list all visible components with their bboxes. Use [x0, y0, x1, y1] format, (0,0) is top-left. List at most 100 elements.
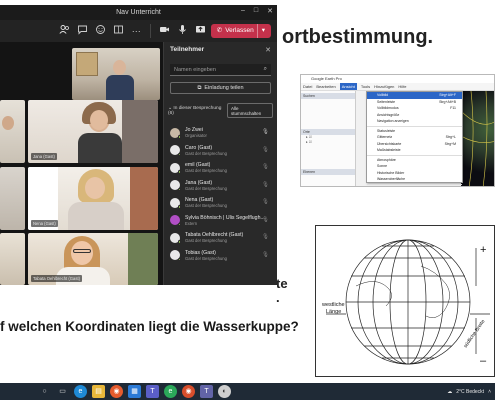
participant-item[interactable]: Caro (Gast) Gast der Besprechung 🎙	[164, 142, 277, 160]
firefox-2-icon[interactable]: ◉	[182, 385, 195, 398]
avatar	[170, 127, 181, 139]
firefox-icon[interactable]: ◉	[110, 385, 123, 398]
system-tray: ☁ 2°C Bedeckt ˄	[447, 383, 491, 400]
rooms-icon[interactable]	[111, 24, 126, 39]
participant-role: Gast der Besprechung	[185, 238, 227, 244]
participants-icon[interactable]	[57, 24, 72, 39]
google-earth-title: Google Earth Pro	[301, 75, 494, 83]
presence-dot	[177, 135, 181, 139]
microphone-muted-icon[interactable]: 🎙	[262, 217, 269, 223]
microphone-muted-icon[interactable]: 🎙	[262, 234, 269, 240]
close-panel-icon[interactable]: ✕	[265, 46, 271, 54]
leave-button[interactable]: ✆ Verlassen ▾	[210, 24, 271, 38]
chevron-down-icon[interactable]: ▾	[256, 24, 265, 38]
mute-all-button[interactable]: Alle stummschalten	[227, 103, 273, 118]
teams-icon[interactable]: T	[146, 385, 159, 398]
app-icon[interactable]: ◐	[218, 385, 231, 398]
view-menu-item[interactable]: Navigation anzeigen	[367, 118, 462, 125]
tile-name-jana: Jana (Gast)	[31, 153, 57, 160]
teams-meeting-window: Nav Unterricht – □ ✕ ··· ✆ Verlassen ▾ J…	[0, 5, 277, 285]
view-menu-item-label: Navigation anzeigen	[377, 119, 409, 123]
share-icon: ⧉	[197, 84, 202, 91]
avatar	[170, 215, 181, 227]
video-tile-jana[interactable]: Jana (Gast)	[28, 100, 158, 163]
participant-role: Gast der Besprechung	[185, 255, 227, 261]
store-icon[interactable]: ▦	[128, 385, 141, 398]
ge-menu-3[interactable]: Tools	[361, 83, 370, 90]
camera-icon[interactable]	[157, 24, 172, 39]
presence-dot	[177, 257, 181, 262]
in-meeting-section[interactable]: ⌄ In dieser Besprechung (6) Alle stummsc…	[168, 103, 273, 118]
view-menu-item[interactable]: Wasseroberfläche	[367, 176, 462, 183]
minimize-icon[interactable]: –	[241, 7, 245, 15]
participant-item[interactable]: Tobias (Gast) Gast der Besprechung 🎙	[164, 247, 277, 265]
presence-dot	[177, 152, 181, 157]
maximize-icon[interactable]: □	[254, 7, 258, 15]
view-menu-dropdown[interactable]: Vollbild Strg+Alt+F Seitenleiste Strg+Alt+B…	[366, 91, 463, 185]
ge-menu-1[interactable]: Bearbeiten	[316, 83, 335, 90]
more-options-icon[interactable]: ···	[129, 24, 144, 39]
participant-item[interactable]: Sylvia Böhnisch | Ulis Segelflugh... Exte…	[164, 212, 277, 230]
reactions-icon[interactable]	[93, 24, 108, 39]
participant-item[interactable]: emil (Gast) Gast der Besprechung 🎙	[164, 159, 277, 177]
share-screen-icon[interactable]	[193, 24, 208, 39]
microphone-icon[interactable]	[175, 24, 190, 39]
file-explorer-icon[interactable]: ▤	[92, 385, 105, 398]
teams-2-icon[interactable]: T	[200, 385, 213, 398]
task-view-icon[interactable]: ▭	[56, 385, 69, 398]
view-menu-item[interactable]: Erkunden	[367, 186, 462, 187]
microphone-muted-icon[interactable]: 🎙	[262, 164, 269, 170]
video-gallery: Jana (Gast) Nena (Gast) Tabata Oehlbrech…	[0, 42, 163, 285]
participant-item[interactable]: Jana (Gast) Gast der Besprechung 🎙	[164, 177, 277, 195]
cloud-icon: ☁	[447, 388, 453, 395]
tile-name-nena: Nena (Gast)	[31, 220, 58, 227]
avatar	[170, 162, 181, 174]
participant-role: Gast der Besprechung	[185, 185, 227, 191]
share-invite-button[interactable]: ⧉ Einladung teilen	[170, 82, 271, 94]
participant-search-input[interactable]: Namen eingeben ⌕	[170, 64, 271, 76]
participant-item[interactable]: Jo Zwei Organisator 🎙	[164, 124, 277, 142]
ge-menu-2[interactable]: Ansicht	[339, 83, 357, 90]
video-tile-tabata[interactable]: Tabata Oehlbrecht (Gast)	[28, 233, 158, 285]
avatar	[170, 180, 181, 192]
microphone-icon[interactable]: 🎙	[262, 129, 269, 135]
panel-title: Teilnehmer	[170, 46, 205, 53]
video-tile-left-partial-2[interactable]	[0, 167, 25, 230]
tile-name-tabata: Tabata Oehlbrecht (Gast)	[31, 275, 83, 282]
video-tile-nena[interactable]: Nena (Gast)	[28, 167, 158, 230]
ge-menu-4[interactable]: Hinzufügen	[374, 83, 394, 90]
microphone-muted-icon[interactable]: 🎙	[262, 199, 269, 205]
search-icon[interactable]: ○	[38, 385, 51, 398]
slide-question: f welchen Koordinaten liegt die Wasserku…	[0, 319, 299, 334]
chat-icon[interactable]	[75, 24, 90, 39]
participant-role: Gast der Besprechung	[185, 168, 227, 174]
video-tile-jo[interactable]	[72, 48, 160, 100]
participant-role: Gast der Besprechung	[185, 150, 227, 156]
participant-item[interactable]: Tabata Oehlbrecht (Gast) Gast der Besprec…	[164, 229, 277, 247]
menu-separator	[367, 154, 462, 156]
view-menu-item-label: Maßstabsleiste	[377, 148, 401, 152]
close-icon[interactable]: ✕	[267, 7, 273, 15]
view-menu-item[interactable]: Maßstabsleiste	[367, 147, 462, 154]
edge-dev-icon[interactable]: e	[164, 385, 177, 398]
video-tile-left-partial-1[interactable]	[0, 100, 25, 163]
microphone-muted-icon[interactable]: 🎙	[262, 147, 269, 153]
teams-window-title: Nav Unterricht	[116, 9, 161, 16]
sidebar-layers-header: Ebenen	[301, 169, 355, 175]
edge-icon[interactable]: e	[74, 385, 87, 398]
earth-view	[460, 90, 494, 186]
chevron-up-icon[interactable]: ˄	[488, 389, 491, 395]
microphone-muted-icon[interactable]: 🎙	[262, 182, 269, 188]
avatar	[170, 232, 181, 244]
weather-text[interactable]: 2°C Bedeckt	[456, 389, 484, 395]
globe-diagram: + – westliche Länge südliche Breite	[315, 225, 495, 377]
participant-item[interactable]: Nena (Gast) Gast der Besprechung 🎙	[164, 194, 277, 212]
ge-menu-0[interactable]: Datei	[303, 83, 312, 90]
share-invite-label: Einladung teilen	[204, 85, 244, 91]
microphone-muted-icon[interactable]: 🎙	[262, 252, 269, 258]
presence-dot	[177, 187, 181, 192]
ge-menu-5[interactable]: Hilfe	[398, 83, 406, 90]
globe-west-label-1: westliche	[321, 302, 345, 308]
video-tile-left-partial-3[interactable]	[0, 233, 25, 285]
phone-icon: ✆	[216, 27, 223, 34]
